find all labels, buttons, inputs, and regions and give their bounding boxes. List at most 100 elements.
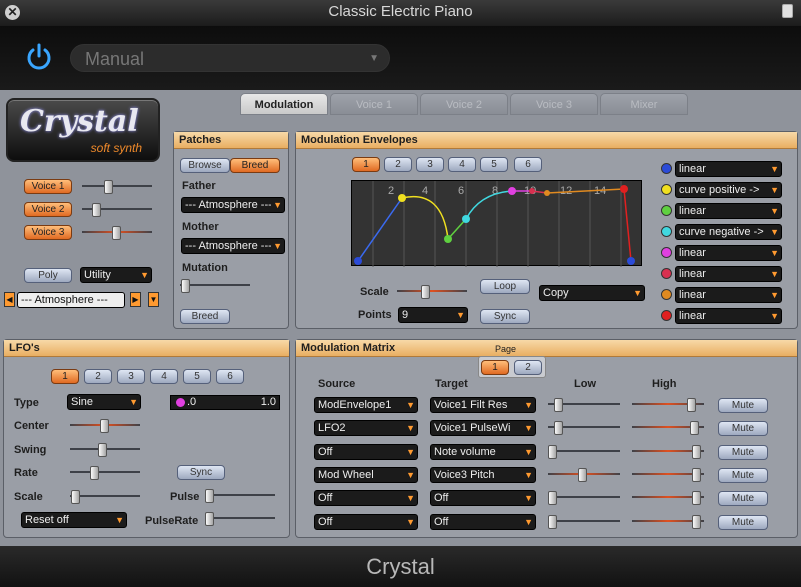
zoom-icon[interactable]	[782, 4, 793, 18]
points-menu[interactable]: 9 ▼	[398, 307, 468, 323]
tab-voice-3[interactable]: Voice 3	[510, 93, 598, 115]
pulserate-slider[interactable]	[205, 512, 275, 526]
low-slider[interactable]	[548, 468, 620, 482]
tab-voice-2[interactable]: Voice 2	[420, 93, 508, 115]
tab-mixer[interactable]: Mixer	[600, 93, 688, 115]
mute-button[interactable]: Mute	[718, 398, 768, 413]
source-menu[interactable]: ModEnvelope1 ▼	[314, 397, 418, 413]
target-menu[interactable]: Voice1 PulseWi ▼	[430, 420, 536, 436]
curve-row[interactable]: curve negative -> ▼	[661, 224, 782, 240]
loop-button[interactable]: Loop	[480, 279, 530, 294]
lfo-page-6[interactable]: 6	[216, 369, 244, 384]
lfo-scale-slider[interactable]	[70, 490, 140, 504]
envelope-point[interactable]	[529, 188, 535, 194]
breed-toggle[interactable]: Breed	[230, 158, 280, 173]
lfo-page-3[interactable]: 3	[117, 369, 145, 384]
mother-menu[interactable]: --- Atmosphere --- ▼	[181, 238, 285, 254]
envelope-point[interactable]	[462, 215, 470, 223]
curve-row[interactable]: linear ▼	[661, 266, 782, 282]
curve-row[interactable]: curve positive -> ▼	[661, 182, 782, 198]
envelope-point[interactable]	[627, 257, 635, 265]
preset-menu[interactable]: Manual ▼	[70, 44, 390, 72]
poly-button[interactable]: Poly	[24, 268, 72, 283]
target-menu[interactable]: Note volume ▼	[430, 444, 536, 460]
envelope-scale-slider[interactable]	[397, 285, 467, 299]
high-slider[interactable]	[632, 468, 704, 482]
curve-type-menu[interactable]: linear ▼	[675, 245, 782, 261]
envelope-point[interactable]	[398, 194, 406, 202]
low-slider[interactable]	[548, 398, 620, 412]
high-slider[interactable]	[632, 421, 704, 435]
low-slider[interactable]	[548, 515, 620, 529]
mute-button[interactable]: Mute	[718, 515, 768, 530]
pulse-slider[interactable]	[205, 489, 275, 503]
browse-button[interactable]: Browse	[180, 158, 230, 173]
envelope-curve-svg[interactable]: 2 4 6 8 10 12 14	[352, 181, 643, 267]
source-menu[interactable]: LFO2 ▼	[314, 420, 418, 436]
high-slider[interactable]	[632, 491, 704, 505]
curve-type-menu[interactable]: linear ▼	[675, 308, 782, 324]
center-slider[interactable]	[70, 419, 140, 433]
copy-menu[interactable]: Copy ▼	[539, 285, 645, 301]
high-slider[interactable]	[632, 398, 704, 412]
preset-menu-icon[interactable]: ▼	[148, 292, 159, 307]
source-menu[interactable]: Off ▼	[314, 514, 418, 530]
envelope-point[interactable]	[544, 190, 550, 196]
close-icon[interactable]: ✕	[5, 5, 20, 20]
envelope-page-1[interactable]: 1	[352, 157, 380, 172]
low-slider[interactable]	[548, 491, 620, 505]
reset-menu[interactable]: Reset off ▼	[21, 512, 127, 528]
envelope-page-3[interactable]: 3	[416, 157, 444, 172]
voice-2-slider[interactable]	[82, 203, 152, 217]
utility-menu[interactable]: Utility ▼	[80, 267, 152, 283]
curve-type-menu[interactable]: curve negative -> ▼	[675, 224, 782, 240]
envelope-point[interactable]	[508, 187, 516, 195]
lfo-page-5[interactable]: 5	[183, 369, 211, 384]
voice-3-button[interactable]: Voice 3	[24, 225, 72, 240]
left-preset-menu[interactable]: --- Atmosphere ---	[17, 292, 125, 308]
curve-row[interactable]: linear ▼	[661, 308, 782, 324]
father-menu[interactable]: --- Atmosphere --- ▼	[181, 197, 285, 213]
target-menu[interactable]: Voice1 Filt Res ▼	[430, 397, 536, 413]
rate-slider[interactable]	[70, 466, 140, 480]
curve-row[interactable]: linear ▼	[661, 245, 782, 261]
curve-row[interactable]: linear ▼	[661, 203, 782, 219]
tab-voice-1[interactable]: Voice 1	[330, 93, 418, 115]
envelope-point[interactable]	[620, 185, 628, 193]
source-menu[interactable]: Off ▼	[314, 444, 418, 460]
matrix-page-1[interactable]: 1	[481, 360, 509, 375]
envelope-point[interactable]	[354, 257, 362, 265]
curve-type-menu[interactable]: linear ▼	[675, 266, 782, 282]
lfo-range-field[interactable]: .0 1.0	[170, 395, 280, 410]
lfo-page-2[interactable]: 2	[84, 369, 112, 384]
envelope-page-5[interactable]: 5	[480, 157, 508, 172]
breed-button[interactable]: Breed	[180, 309, 230, 324]
tab-modulation[interactable]: Modulation	[240, 93, 328, 115]
envelope-page-2[interactable]: 2	[384, 157, 412, 172]
target-menu[interactable]: Off ▼	[430, 514, 536, 530]
envelope-page-6[interactable]: 6	[514, 157, 542, 172]
mutation-slider[interactable]	[180, 279, 250, 293]
high-slider[interactable]	[632, 445, 704, 459]
target-menu[interactable]: Off ▼	[430, 490, 536, 506]
lfo-page-4[interactable]: 4	[150, 369, 178, 384]
voice-1-slider[interactable]	[82, 180, 152, 194]
mute-button[interactable]: Mute	[718, 491, 768, 506]
swing-slider[interactable]	[70, 443, 140, 457]
mute-button[interactable]: Mute	[718, 421, 768, 436]
next-preset-icon[interactable]: ▶	[130, 292, 141, 307]
curve-type-menu[interactable]: linear ▼	[675, 203, 782, 219]
lfo-type-menu[interactable]: Sine ▼	[67, 394, 141, 410]
sync-button[interactable]: Sync	[480, 309, 530, 324]
curve-type-menu[interactable]: linear ▼	[675, 287, 782, 303]
source-menu[interactable]: Off ▼	[314, 490, 418, 506]
matrix-page-2[interactable]: 2	[514, 360, 542, 375]
curve-type-menu[interactable]: curve positive -> ▼	[675, 182, 782, 198]
previous-preset-icon[interactable]: ◀	[4, 292, 15, 307]
curve-row[interactable]: linear ▼	[661, 287, 782, 303]
lfo-page-1[interactable]: 1	[51, 369, 79, 384]
source-menu[interactable]: Mod Wheel ▼	[314, 467, 418, 483]
low-slider[interactable]	[548, 445, 620, 459]
envelope-page-4[interactable]: 4	[448, 157, 476, 172]
power-icon[interactable]	[23, 41, 55, 73]
